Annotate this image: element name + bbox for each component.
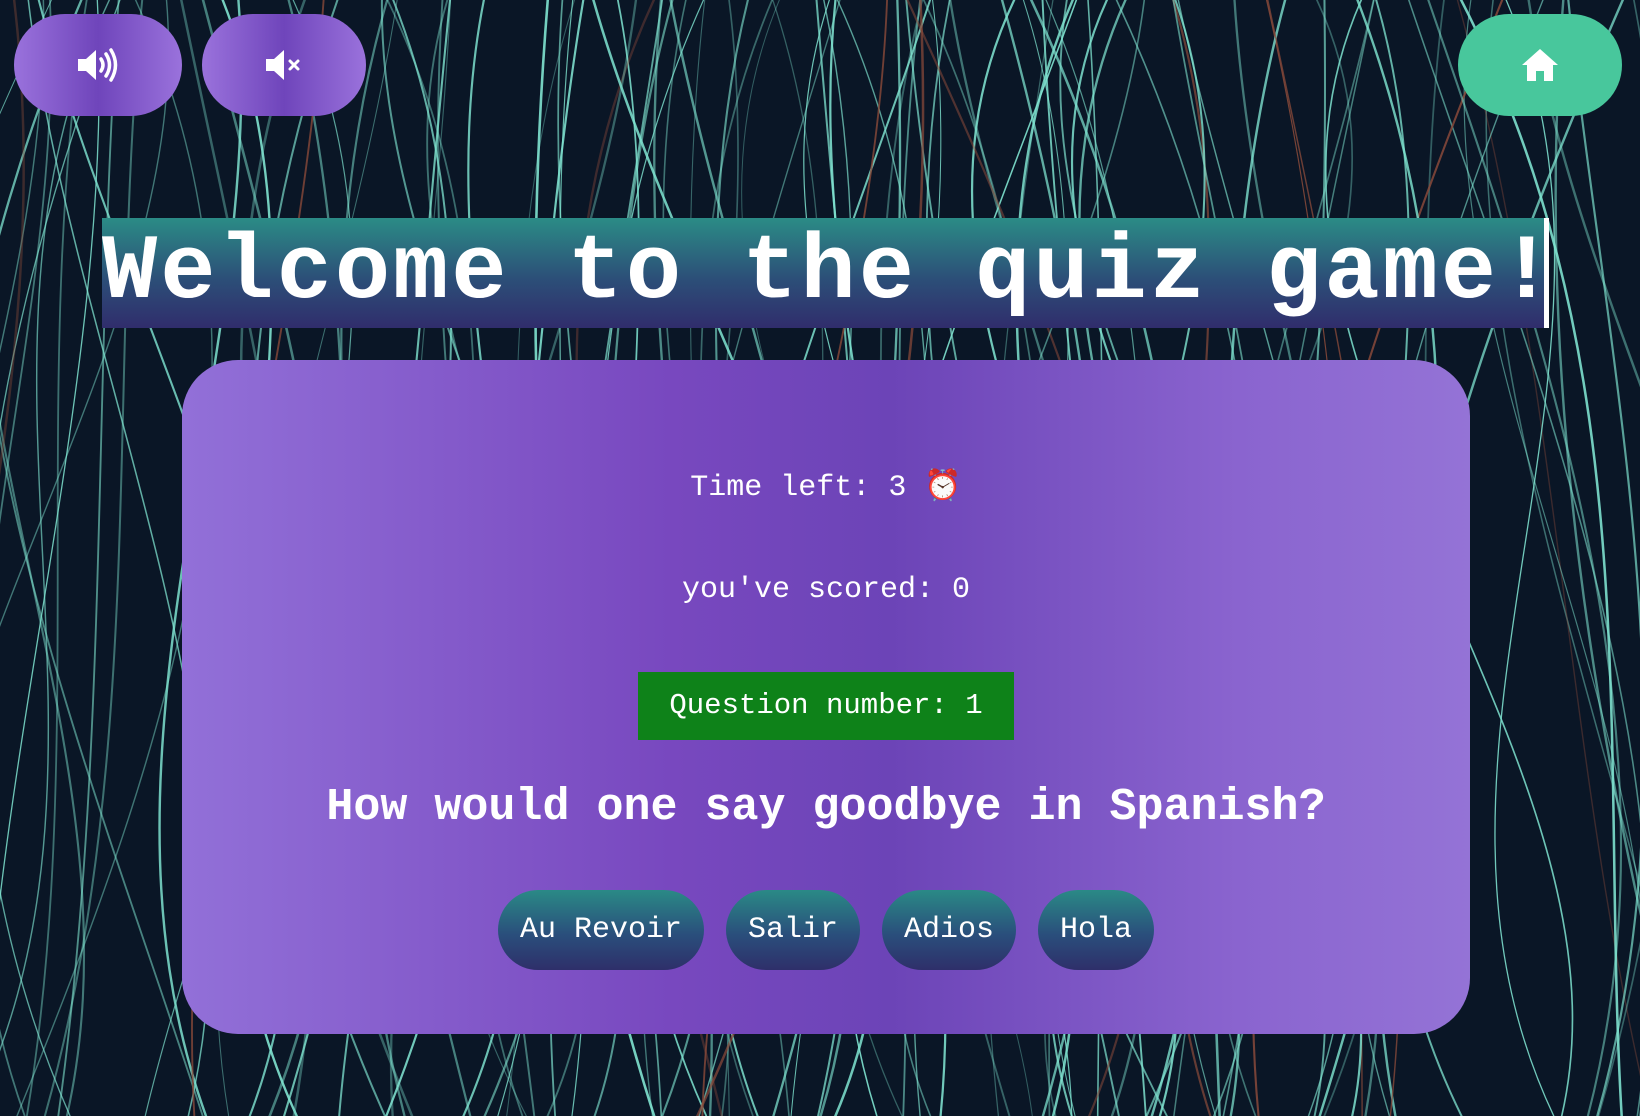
question-number: Question number: 1 (638, 672, 1014, 740)
typing-cursor (1544, 218, 1549, 328)
answer-button-au-revoir[interactable]: Au Revoir (497, 890, 704, 970)
question-number-label: Question number: (669, 689, 966, 722)
alarm-clock-icon: ⏰ (924, 471, 962, 505)
home-button[interactable] (1458, 14, 1622, 116)
time-left-label: Time left: (690, 471, 889, 505)
score-value: 0 (952, 573, 971, 607)
volume-mute-icon (266, 50, 300, 80)
time-left-value: 3 (888, 471, 907, 505)
time-left: Time left: 3 ⏰ (182, 468, 1470, 508)
sound-off-button[interactable] (202, 14, 366, 116)
volume-up-icon (78, 48, 118, 82)
question-number-value: 1 (965, 689, 983, 722)
background-line (1456, 0, 1640, 1077)
score: you've scored: 0 (182, 570, 1470, 610)
background-line (0, 432, 204, 1116)
answer-button-hola[interactable]: Hola (1038, 890, 1155, 970)
background-line (0, 0, 111, 1052)
background-line (1527, 0, 1640, 388)
page-title: Welcome to the quiz game! (102, 218, 1548, 328)
background-line (0, 0, 45, 354)
score-label: you've scored: (681, 573, 953, 607)
answer-button-salir[interactable]: Salir (725, 890, 860, 970)
quiz-page: Welcome to the quiz game! Time left: 3 ⏰… (0, 0, 1640, 1116)
question-text: How would one say goodbye in Spanish? (326, 782, 1326, 833)
answer-options: Au Revoir Salir Adios Hola (182, 890, 1470, 970)
home-icon (1522, 49, 1558, 81)
sound-on-button[interactable] (14, 14, 182, 116)
background-line (57, 0, 120, 1116)
answer-button-adios[interactable]: Adios (882, 890, 1017, 970)
quiz-card: Time left: 3 ⏰ you've scored: 0 Question… (182, 360, 1470, 1034)
background-line (1459, 0, 1623, 1116)
background-line (0, 0, 53, 115)
